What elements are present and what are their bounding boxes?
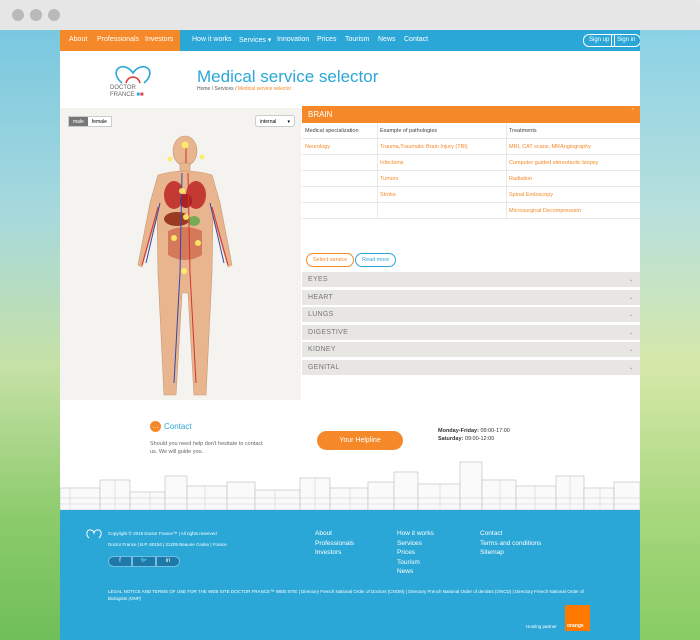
accordion-eyes[interactable]: EYES ⌄: [302, 271, 640, 287]
read-more-button[interactable]: Read more: [355, 253, 397, 267]
nav-news[interactable]: News: [378, 36, 396, 43]
chevron-down-icon: ⌄: [628, 330, 634, 336]
main-nav: About Professionals Investors How it wor…: [60, 30, 640, 51]
nav-how-it-works[interactable]: How it works: [192, 36, 232, 43]
contact-title: Contact: [164, 422, 192, 431]
chat-icon: …: [150, 421, 161, 432]
window-dot-icon: [48, 9, 60, 21]
address-text: Doctor France | B.P. 60194 | 21205 Beaun…: [108, 542, 227, 547]
breadcrumb: Home / Services / Medical service select…: [197, 86, 292, 92]
watercolor-right: [640, 30, 700, 640]
human-anatomy-illustration[interactable]: [120, 133, 250, 401]
window-dot-icon: [30, 9, 42, 21]
view-select[interactable]: internal ▾: [255, 115, 295, 127]
nav-innovation[interactable]: Innovation: [277, 36, 309, 43]
city-skyline-illustration: [60, 461, 640, 510]
table-row: Infections Computer guided stereotactic …: [302, 155, 640, 171]
footer-col-1: About Professionals Investors: [315, 529, 354, 558]
orange-partner-logo[interactable]: orange: [565, 605, 590, 631]
footer-link-sitemap[interactable]: Sitemap: [480, 548, 541, 558]
footer-link-investors[interactable]: Investors: [315, 548, 354, 558]
accordion-kidney[interactable]: KIDNEY ⌄: [302, 341, 640, 357]
chevron-down-icon: ⌄: [628, 295, 634, 301]
footer-link-how-it-works[interactable]: How it works: [397, 529, 434, 539]
helpline-button[interactable]: Your Helpline: [317, 431, 403, 450]
twitter-icon[interactable]: 🐦: [132, 556, 156, 567]
footer-link-news[interactable]: News: [397, 567, 434, 577]
facebook-icon[interactable]: f: [108, 556, 132, 567]
footer-link-terms[interactable]: Terms and conditions: [480, 539, 541, 549]
table-row: Neurology Trauma,Traumatic Brain Injury …: [302, 139, 640, 155]
footer-link-about[interactable]: About: [315, 529, 354, 539]
footer-col-2: How it works Services Prices Tourism New…: [397, 529, 434, 577]
footer-link-professionals[interactable]: Professionals: [315, 539, 354, 549]
browser-chrome: [0, 0, 700, 30]
toggle-female[interactable]: female: [88, 117, 111, 126]
footer-link-services[interactable]: Services: [397, 539, 434, 549]
gender-toggle[interactable]: male female: [68, 116, 112, 127]
accordion-header-brain[interactable]: BRAIN ˆ: [302, 106, 640, 123]
table-row: Tumors Radiation: [302, 171, 640, 187]
copyright-text: Copyright © 2015 Doctor France™ | All ri…: [108, 531, 217, 536]
page-title: Medical service selector: [197, 67, 379, 86]
accordion-genital[interactable]: GENITAL ⌄: [302, 359, 640, 375]
signin-button[interactable]: Sign in: [611, 34, 640, 47]
footer-link-contact[interactable]: Contact: [480, 529, 541, 539]
opening-hours: Monday-Friday: 09:00-17:00 Saturday: 09:…: [438, 428, 510, 442]
select-service-button[interactable]: Select service: [306, 253, 355, 267]
nav-services[interactable]: Services ▾: [239, 36, 271, 44]
nav-investors[interactable]: Investors: [145, 36, 173, 43]
chevron-down-icon: ⌄: [628, 365, 634, 371]
footer-link-tourism[interactable]: Tourism: [397, 558, 434, 568]
linkedin-icon[interactable]: in: [156, 556, 180, 567]
breadcrumb-current: Medical service selector: [237, 86, 292, 92]
accordion-lungs[interactable]: LUNGS ⌄: [302, 306, 640, 322]
site-page: About Professionals Investors How it wor…: [60, 30, 640, 640]
nav-about[interactable]: About: [69, 36, 87, 43]
hosting-partner-label: Hosting partner: [526, 624, 557, 629]
window-dot-icon: [12, 9, 24, 21]
footer-logo-icon: [86, 529, 102, 539]
nav-tourism[interactable]: Tourism: [345, 36, 370, 43]
nav-prices[interactable]: Prices: [317, 36, 336, 43]
service-panel: BRAIN ˆ Medical specialization Example of…: [302, 106, 640, 400]
toggle-male[interactable]: male: [69, 117, 88, 126]
table-row: Stroke Spinal Endoscopy: [302, 187, 640, 203]
logo-text: DOCTOR FRANCE ■■: [110, 85, 144, 98]
chevron-up-icon: ˆ: [631, 109, 634, 116]
nav-professionals[interactable]: Professionals: [97, 36, 139, 43]
footer-col-3: Contact Terms and conditions Sitemap: [480, 529, 541, 558]
chevron-down-icon: ⌄: [628, 347, 634, 353]
chevron-down-icon: ⌄: [628, 277, 634, 283]
table-row: Microsurgical Decompression: [302, 203, 640, 219]
accordion-heart[interactable]: HEART ⌄: [302, 289, 640, 305]
caret-down-icon: ▾: [287, 119, 290, 125]
table-header-row: Medical specialization Example of pathol…: [302, 123, 640, 139]
nav-contact[interactable]: Contact: [404, 36, 428, 43]
accordion-digestive[interactable]: DIGESTIVE ⌄: [302, 324, 640, 340]
watercolor-left: [0, 30, 60, 640]
anatomy-viewer: male female internal ▾: [60, 108, 301, 400]
footer-link-prices[interactable]: Prices: [397, 548, 434, 558]
legal-links[interactable]: LEGAL NOTICE AND TERMS OF USE FOR THE WE…: [108, 588, 588, 602]
chevron-down-icon: ⌄: [628, 312, 634, 318]
